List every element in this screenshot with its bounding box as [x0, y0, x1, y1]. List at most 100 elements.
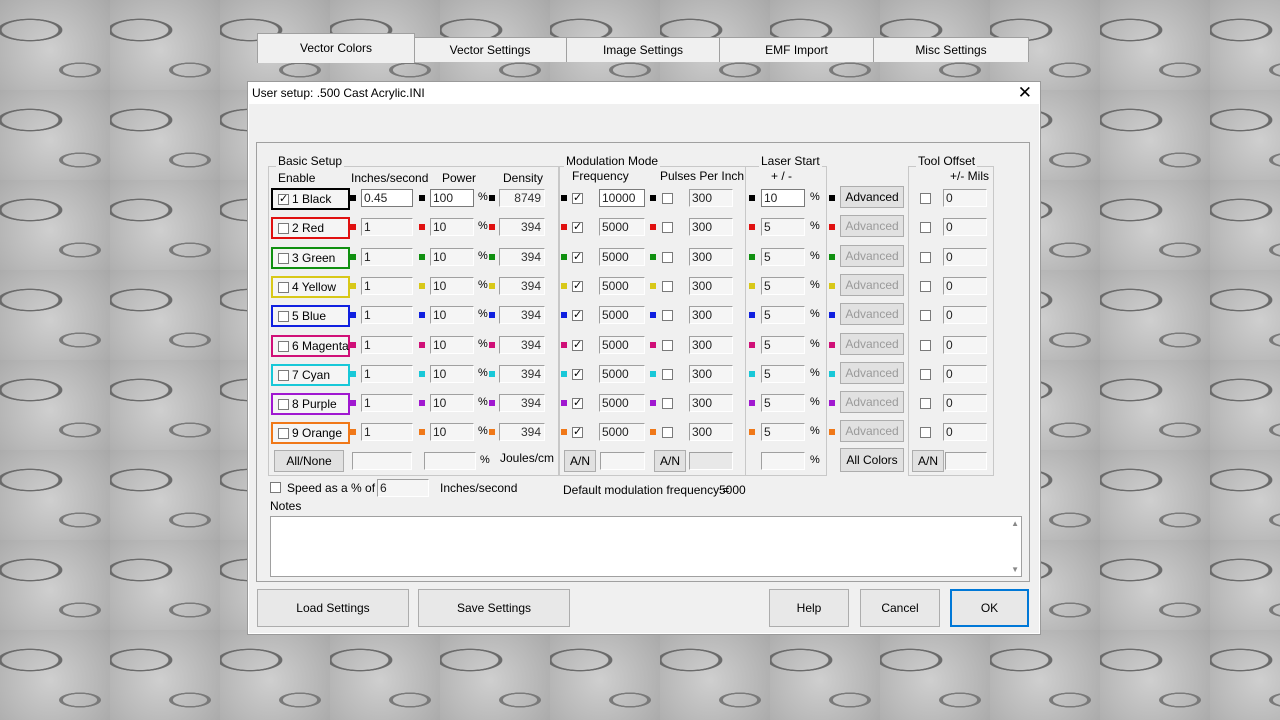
advanced-button[interactable]: Advanced: [840, 420, 904, 442]
speed-input[interactable]: 1: [361, 306, 413, 324]
frequency-input[interactable]: 5000: [599, 248, 645, 266]
all-laser-start-input[interactable]: [761, 452, 805, 470]
advanced-button[interactable]: Advanced: [840, 333, 904, 355]
speed-input[interactable]: 1: [361, 248, 413, 266]
offset-checkbox[interactable]: [920, 398, 931, 409]
ppi-checkbox[interactable]: [662, 193, 673, 204]
modulation-checkbox[interactable]: ✓: [572, 281, 583, 292]
ppi-an-button[interactable]: A/N: [654, 450, 686, 472]
offset-input[interactable]: 0: [943, 365, 987, 383]
ppi-input[interactable]: 300: [689, 365, 733, 383]
enable-checkbox[interactable]: [278, 341, 289, 352]
offset-checkbox[interactable]: [920, 340, 931, 351]
advanced-button[interactable]: Advanced: [840, 303, 904, 325]
all-none-button[interactable]: All/None: [274, 450, 344, 472]
speed-input[interactable]: 1: [361, 277, 413, 295]
power-input[interactable]: 10: [430, 365, 474, 383]
enable-checkbox[interactable]: [278, 399, 289, 410]
ppi-input[interactable]: 300: [689, 248, 733, 266]
offset-checkbox[interactable]: [920, 310, 931, 321]
color-enable-box[interactable]: 9 Orange: [271, 422, 350, 444]
power-input[interactable]: 10: [430, 336, 474, 354]
power-input[interactable]: 10: [430, 423, 474, 441]
ppi-input[interactable]: 300: [689, 277, 733, 295]
power-input[interactable]: 10: [430, 218, 474, 236]
ppi-checkbox[interactable]: [662, 398, 673, 409]
laser-start-input[interactable]: 5: [761, 336, 805, 354]
speed-pct-input[interactable]: 6: [377, 479, 429, 497]
tab-misc-settings[interactable]: Misc Settings: [873, 37, 1029, 62]
frequency-input[interactable]: 5000: [599, 306, 645, 324]
scroll-up-icon[interactable]: ▲: [1011, 519, 1019, 528]
laser-start-input[interactable]: 10: [761, 189, 805, 207]
ppi-checkbox[interactable]: [662, 310, 673, 321]
ppi-input[interactable]: 300: [689, 336, 733, 354]
all-freq-input[interactable]: [600, 452, 645, 470]
frequency-input[interactable]: 5000: [599, 277, 645, 295]
offset-input[interactable]: 0: [943, 394, 987, 412]
power-input[interactable]: 10: [430, 306, 474, 324]
color-enable-box[interactable]: 3 Green: [271, 247, 350, 269]
speed-input[interactable]: 1: [361, 423, 413, 441]
speed-input[interactable]: 0.45: [361, 189, 413, 207]
advanced-button[interactable]: Advanced: [840, 391, 904, 413]
modulation-checkbox[interactable]: ✓: [572, 310, 583, 321]
all-power-input[interactable]: [424, 452, 476, 470]
modulation-checkbox[interactable]: ✓: [572, 222, 583, 233]
offset-checkbox[interactable]: [920, 427, 931, 438]
modulation-checkbox[interactable]: ✓: [572, 340, 583, 351]
advanced-button[interactable]: Advanced: [840, 362, 904, 384]
power-input[interactable]: 100: [430, 189, 474, 207]
offset-input[interactable]: 0: [943, 423, 987, 441]
power-input[interactable]: 10: [430, 277, 474, 295]
modulation-checkbox[interactable]: ✓: [572, 427, 583, 438]
advanced-button[interactable]: Advanced: [840, 186, 904, 208]
enable-checkbox[interactable]: [278, 428, 289, 439]
ppi-input[interactable]: 300: [689, 394, 733, 412]
power-input[interactable]: 10: [430, 394, 474, 412]
ppi-checkbox[interactable]: [662, 252, 673, 263]
ppi-input[interactable]: 300: [689, 218, 733, 236]
laser-start-input[interactable]: 5: [761, 248, 805, 266]
all-offset-input[interactable]: [945, 452, 987, 470]
offset-checkbox[interactable]: [920, 222, 931, 233]
notes-textarea[interactable]: ▲ ▼: [270, 516, 1022, 577]
tab-vector-settings[interactable]: Vector Settings: [413, 37, 567, 62]
color-enable-box[interactable]: 5 Blue: [271, 305, 350, 327]
speed-input[interactable]: 1: [361, 218, 413, 236]
laser-start-input[interactable]: 5: [761, 218, 805, 236]
modulation-checkbox[interactable]: ✓: [572, 252, 583, 263]
ppi-input[interactable]: 300: [689, 306, 733, 324]
ppi-checkbox[interactable]: [662, 281, 673, 292]
frequency-input[interactable]: 5000: [599, 365, 645, 383]
frequency-input[interactable]: 10000: [599, 189, 645, 207]
scroll-down-icon[interactable]: ▼: [1011, 565, 1019, 574]
all-speed-input[interactable]: [352, 452, 412, 470]
color-enable-box[interactable]: 8 Purple: [271, 393, 350, 415]
cancel-button[interactable]: Cancel: [860, 589, 940, 627]
modulation-checkbox[interactable]: ✓: [572, 193, 583, 204]
offset-input[interactable]: 0: [943, 189, 987, 207]
enable-checkbox[interactable]: [278, 282, 289, 293]
tab-image-settings[interactable]: Image Settings: [566, 37, 720, 62]
offset-an-button[interactable]: A/N: [912, 450, 944, 472]
laser-start-input[interactable]: 5: [761, 394, 805, 412]
ppi-checkbox[interactable]: [662, 222, 673, 233]
speed-input[interactable]: 1: [361, 394, 413, 412]
advanced-button[interactable]: Advanced: [840, 215, 904, 237]
offset-input[interactable]: 0: [943, 248, 987, 266]
advanced-button[interactable]: Advanced: [840, 245, 904, 267]
ok-button[interactable]: OK: [950, 589, 1029, 627]
speed-pct-checkbox[interactable]: [270, 482, 281, 493]
laser-start-input[interactable]: 5: [761, 306, 805, 324]
color-enable-box[interactable]: 6 Magenta: [271, 335, 350, 357]
enable-checkbox[interactable]: [278, 370, 289, 381]
color-enable-box[interactable]: 7 Cyan: [271, 364, 350, 386]
speed-input[interactable]: 1: [361, 336, 413, 354]
modulation-checkbox[interactable]: ✓: [572, 369, 583, 380]
offset-input[interactable]: 0: [943, 306, 987, 324]
ppi-checkbox[interactable]: [662, 340, 673, 351]
ppi-checkbox[interactable]: [662, 369, 673, 380]
all-colors-button[interactable]: All Colors: [840, 448, 904, 472]
modulation-checkbox[interactable]: ✓: [572, 398, 583, 409]
